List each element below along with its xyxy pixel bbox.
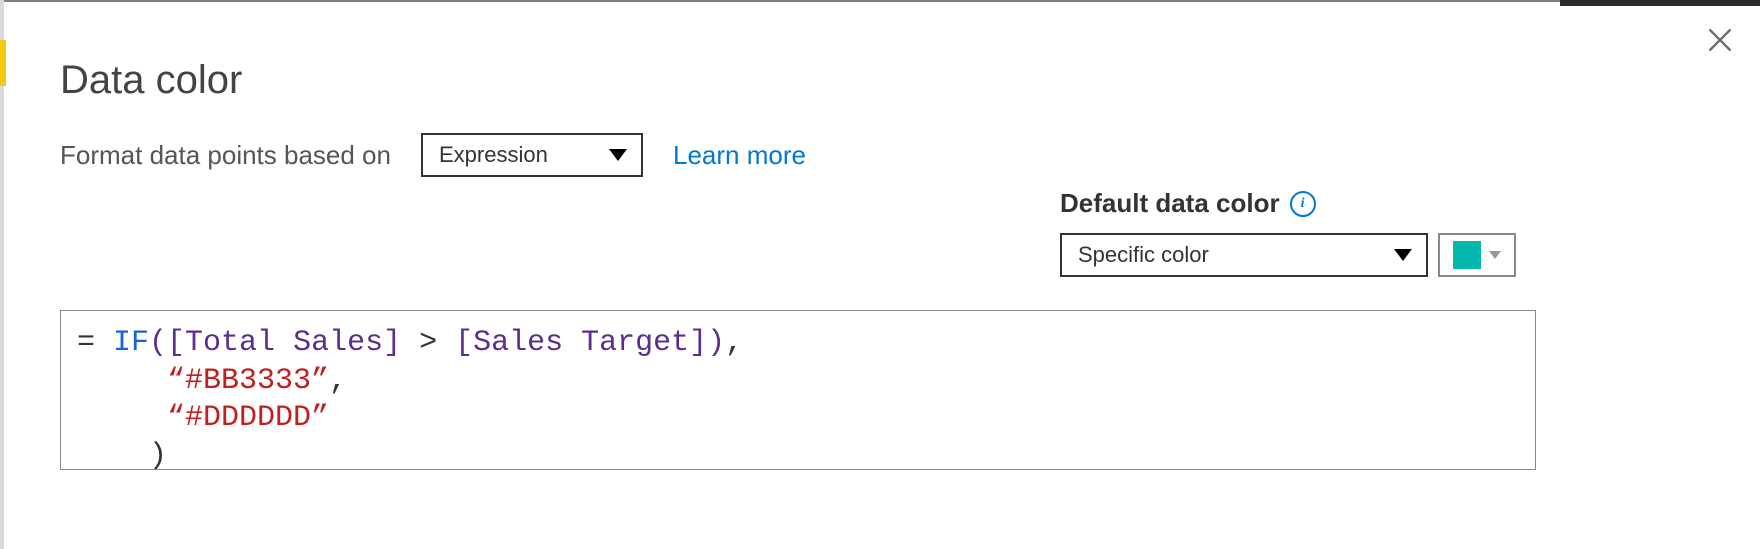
default-color-controls: Specific color	[1060, 233, 1516, 277]
expression-open-paren: (	[149, 326, 167, 360]
expression-string-false: “#DDDDDD”	[167, 401, 329, 435]
default-color-label: Default data color	[1060, 188, 1280, 219]
expression-final-indent	[77, 439, 149, 471]
expression-comma: ,	[725, 326, 743, 360]
default-color-section: Default data color i Specific color	[1060, 188, 1516, 277]
expression-indent	[77, 401, 167, 435]
format-basis-label: Format data points based on	[60, 140, 391, 171]
default-color-mode-dropdown[interactable]: Specific color	[1060, 233, 1428, 277]
close-icon	[1706, 26, 1734, 54]
format-basis-dropdown[interactable]: Expression	[421, 133, 643, 177]
close-button[interactable]	[1702, 22, 1738, 58]
learn-more-link[interactable]: Learn more	[673, 140, 806, 171]
default-color-mode-value: Specific color	[1078, 242, 1209, 268]
dialog-content: Data color Format data points based on E…	[60, 58, 1740, 205]
window-top-dark-segment	[1560, 0, 1760, 6]
expression-close-paren: )	[707, 326, 725, 360]
format-basis-row: Format data points based on Expression L…	[60, 133, 1740, 177]
color-swatch	[1453, 241, 1481, 269]
format-basis-dropdown-value: Expression	[439, 142, 548, 168]
expression-equals: =	[77, 326, 113, 360]
window-top-border	[0, 0, 1760, 2]
default-color-label-row: Default data color i	[1060, 188, 1516, 219]
expression-editor[interactable]: = IF([Total Sales] > [Sales Target]), “#…	[60, 310, 1536, 470]
expression-string-true: “#BB3333”	[167, 364, 329, 398]
expression-final-close-paren: )	[149, 439, 167, 471]
dialog-title: Data color	[60, 58, 1740, 103]
expression-operator-gt: >	[401, 326, 455, 360]
chevron-down-icon	[609, 149, 627, 161]
expression-keyword-if: IF	[113, 326, 149, 360]
chevron-down-icon	[1489, 251, 1501, 259]
chevron-down-icon	[1394, 249, 1412, 261]
expression-indent	[77, 364, 167, 398]
expression-comma: ,	[329, 364, 347, 398]
info-icon[interactable]: i	[1290, 191, 1316, 217]
selected-tab-indicator	[0, 40, 6, 86]
expression-field-sales-target: [Sales Target]	[455, 326, 707, 360]
expression-field-total-sales: [Total Sales]	[167, 326, 401, 360]
default-color-picker[interactable]	[1438, 233, 1516, 277]
